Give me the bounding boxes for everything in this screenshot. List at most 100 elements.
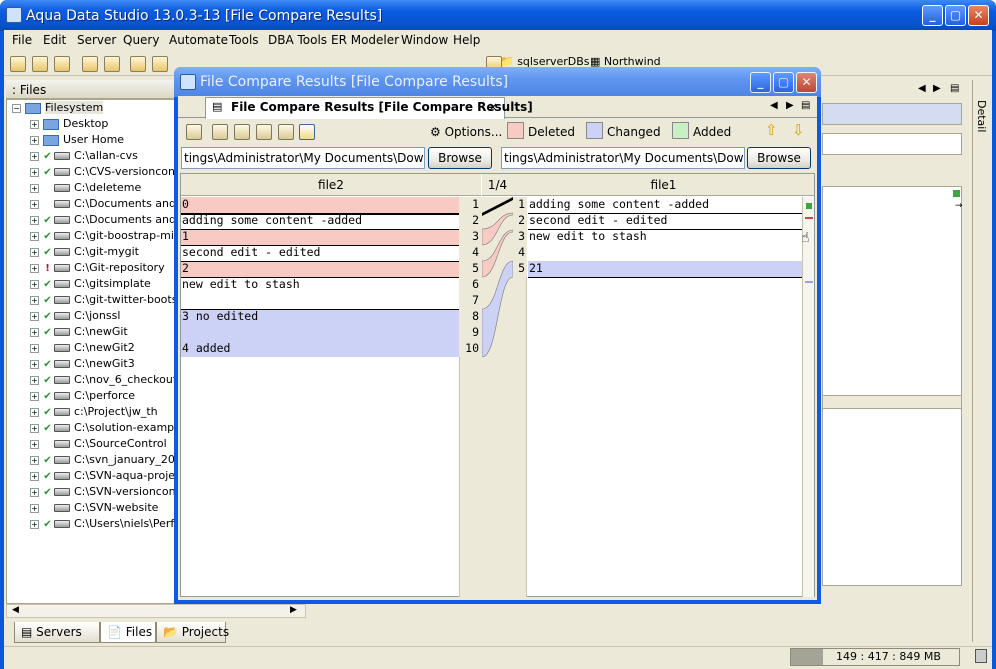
list-icon[interactable]: ▤ (950, 83, 959, 94)
tab-list-icon[interactable]: ▤ (801, 100, 810, 111)
right-line-text[interactable]: second edit - edited (528, 213, 802, 229)
expand-icon[interactable]: + (30, 471, 39, 481)
tab-close-icon[interactable]: × (488, 100, 498, 114)
window-icon[interactable] (152, 56, 168, 72)
tree-item[interactable]: + ✔ C:\nov_6_checkout (30, 373, 177, 389)
tree-item[interactable]: + C:\newGit2 (30, 341, 135, 357)
tree-item[interactable]: + ✔ C:\git-twitter-boots (30, 293, 177, 309)
expand-icon[interactable]: + (30, 279, 39, 289)
right-file-path-input[interactable]: tings\Administrator\My Documents\Downloa… (501, 147, 745, 169)
new-script-icon[interactable] (32, 56, 48, 72)
options-button[interactable]: ⚙ Options... (430, 125, 502, 139)
tree-item[interactable]: + ✔ C:\svn_january_20 (30, 453, 175, 469)
menu-automate[interactable]: Automate (169, 33, 228, 47)
left-file-path-input[interactable]: tings\Administrator\My Documents\Downloa… (181, 147, 425, 169)
expand-icon[interactable]: + (30, 407, 39, 417)
left-line-text[interactable] (181, 325, 459, 341)
menu-server[interactable]: Server (77, 33, 116, 47)
workspace-field[interactable] (822, 133, 962, 155)
expand-icon[interactable]: + (30, 311, 39, 321)
file-tree-hscrollbar[interactable] (6, 604, 306, 618)
expand-icon[interactable]: + (30, 263, 39, 273)
menu-file[interactable]: File (12, 33, 32, 47)
wand-icon[interactable] (256, 124, 272, 140)
nav-right-icon[interactable]: ▶ (933, 83, 941, 94)
left-line-text[interactable]: 0 (181, 197, 459, 213)
tree-item[interactable]: + ✔ C:\solution-example (30, 421, 184, 437)
expand-icon[interactable]: + (30, 119, 39, 129)
tab-scroll-right-icon[interactable]: ▶ (786, 100, 794, 111)
previous-diff-icon[interactable]: ⇧ (765, 121, 778, 139)
compare-maximize-button[interactable]: ▢ (773, 72, 794, 93)
print-icon[interactable] (278, 124, 294, 140)
menu-tools[interactable]: Tools (229, 33, 259, 47)
tree-item[interactable]: + ✔ C:\gitsimplate (30, 277, 151, 293)
tree-item[interactable]: + C:\deleteme (30, 181, 141, 197)
expand-icon[interactable]: + (30, 295, 39, 305)
workspace-scrollbar[interactable] (822, 395, 962, 409)
find-icon[interactable] (234, 124, 250, 140)
menu-window[interactable]: Window (401, 33, 448, 47)
expand-icon[interactable]: + (30, 151, 39, 161)
tree-item[interactable]: + ✔ C:\newGit3 (30, 357, 135, 373)
explain-icon[interactable] (104, 56, 120, 72)
tree-item[interactable]: + C:\SourceControl (30, 437, 167, 453)
expand-icon[interactable]: + (30, 375, 39, 385)
expand-icon[interactable]: + (30, 199, 39, 209)
tree-item[interactable]: + ✔ C:\SVN-versioncont (30, 485, 180, 501)
expand-icon[interactable]: + (30, 167, 39, 177)
right-line-text[interactable]: adding some content -added (528, 197, 802, 213)
menu-edit[interactable]: Edit (43, 33, 66, 47)
expand-icon[interactable]: + (30, 487, 39, 497)
tree-item[interactable]: + ✔ C:\git-mygit (30, 245, 139, 261)
tree-item[interactable]: + Desktop (30, 117, 108, 133)
menu-er-modeler[interactable]: ER Modeler (331, 33, 399, 47)
right-line-text[interactable] (528, 245, 802, 261)
tree-item[interactable]: + ✔ C:\perforce (30, 389, 135, 405)
nav-left-icon[interactable]: ◀ (918, 83, 926, 94)
tree-item[interactable]: + ✔ C:\CVS-versioncont (30, 165, 179, 181)
collapse-icon[interactable]: − (12, 103, 21, 113)
trash-icon[interactable] (975, 649, 987, 663)
close-button[interactable]: ✕ (968, 5, 989, 26)
next-diff-icon[interactable]: ⇩ (792, 121, 805, 139)
tree-item[interactable]: + ✔ C:\SVN-aqua-projec (30, 469, 181, 485)
diff-overview-ruler[interactable] (802, 197, 814, 597)
left-line-text[interactable]: adding some content -added (181, 213, 459, 229)
tree-item[interactable]: + C:\SVN-website (30, 501, 158, 517)
expand-icon[interactable]: + (30, 359, 39, 369)
compare-close-button[interactable]: ✕ (796, 72, 817, 93)
tree-item[interactable]: + ✔ C:\newGit (30, 325, 128, 341)
left-line-text[interactable]: 1 (181, 229, 459, 245)
left-browse-button[interactable]: Browse (428, 147, 492, 169)
tree-item[interactable]: + User Home (30, 133, 124, 149)
expand-icon[interactable]: + (30, 327, 39, 337)
left-line-text[interactable] (181, 293, 459, 309)
tree-item[interactable]: + ✔ C:\Users\niels\Perfo (30, 517, 181, 533)
menu-query[interactable]: Query (123, 33, 159, 47)
menu-help[interactable]: Help (453, 33, 480, 47)
expand-icon[interactable]: + (30, 503, 39, 513)
execute-icon[interactable] (82, 56, 98, 72)
tree-item[interactable]: + ✔ C:\allan-cvs (30, 149, 138, 165)
expand-icon[interactable]: + (30, 231, 39, 241)
swap-files-icon[interactable] (186, 124, 202, 140)
left-line-text[interactable]: second edit - edited (181, 245, 459, 261)
tree-item[interactable]: + ✔ C:\Documents and S (30, 213, 186, 229)
new-query-icon[interactable] (10, 56, 26, 72)
tree-item[interactable]: + ✔ C:\jonssl (30, 309, 120, 325)
detail-tab[interactable]: Detail (975, 100, 988, 132)
expand-icon[interactable]: + (30, 183, 39, 193)
tree-item[interactable]: + ✔ C:\git-boostrap-min (30, 229, 181, 245)
expand-icon[interactable]: + (30, 455, 39, 465)
right-line-text[interactable]: new edit to stash (528, 229, 802, 245)
report-icon[interactable] (299, 124, 315, 140)
tree-item[interactable]: +! C:\Git-repository (30, 261, 165, 277)
tab-scroll-left-icon[interactable]: ◀ (770, 100, 778, 111)
menu-dba-tools[interactable]: DBA Tools (268, 33, 327, 47)
tab-files[interactable]: 📄 Files (100, 622, 156, 643)
left-line-text[interactable]: new edit to stash (181, 277, 459, 293)
expand-icon[interactable]: + (30, 247, 39, 257)
window-icon[interactable] (130, 56, 146, 72)
expand-icon[interactable]: + (30, 343, 39, 353)
